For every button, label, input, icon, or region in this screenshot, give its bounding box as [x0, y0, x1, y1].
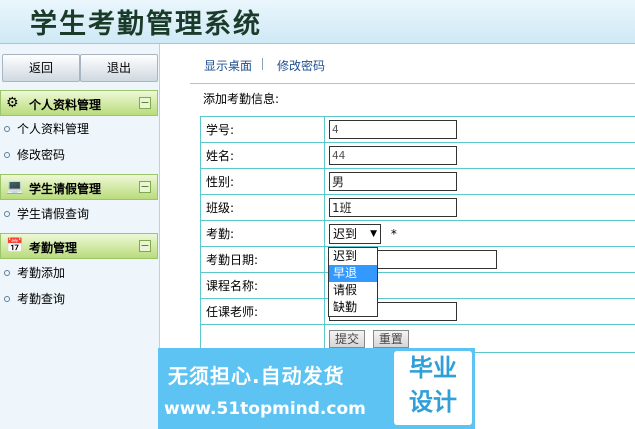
form-row-course: 课程名称: [200, 272, 635, 299]
attendance-select-value: 迟到 [333, 226, 358, 241]
computer-icon: 💻 [6, 179, 24, 195]
attendance-select[interactable]: 迟到 ▼ [329, 223, 381, 244]
watermark-badge: 毕业 设计 [394, 351, 472, 425]
watermark-badge-top: 毕业 [409, 354, 457, 382]
course-label: 课程名称: [200, 272, 325, 299]
form-row-gender: 性别: [200, 168, 635, 195]
app-title: 学生考勤管理系统 [30, 9, 262, 40]
collapse-icon[interactable]: − [139, 181, 151, 193]
attendance-option[interactable]: 迟到 [329, 248, 377, 265]
date-input[interactable] [377, 250, 497, 269]
change-password-link[interactable]: 修改密码 [277, 57, 325, 74]
attendance-option[interactable]: 请假 [329, 282, 377, 299]
form-row-student-id: 学号: [200, 116, 635, 143]
nav-divider [262, 58, 263, 70]
student-id-input[interactable] [329, 120, 457, 139]
bullet-icon [4, 152, 10, 158]
section-leave-title: 学生请假管理 [29, 182, 102, 196]
sidebar-item-label: 修改密码 [17, 148, 66, 162]
watermark-url: www.51topmind.com [164, 399, 366, 419]
bullet-icon [4, 126, 10, 132]
watermark-badge-bottom: 设计 [409, 388, 457, 416]
reset-button[interactable]: 重置 [372, 329, 409, 348]
form-row-date: 考勤日期: [200, 246, 635, 273]
attendance-option-highlighted[interactable]: 早退 [329, 265, 377, 282]
form-title: 添加考勤信息: [203, 92, 280, 106]
sidebar-item-attendance-query[interactable]: 考勤查询 [0, 288, 158, 310]
sidebar-item-label: 个人资料管理 [17, 122, 90, 136]
teacher-label: 任课老师: [200, 298, 325, 325]
student-id-label: 学号: [200, 116, 325, 143]
section-attendance-header[interactable]: 📅 考勤管理 − [0, 233, 158, 259]
form-row-teacher: 任课老师: [200, 298, 635, 325]
required-mark: * [390, 226, 397, 241]
bullet-icon [4, 270, 10, 276]
gender-label: 性别: [200, 168, 325, 195]
collapse-icon[interactable]: − [139, 240, 151, 252]
quit-button[interactable]: 退出 [80, 54, 158, 82]
back-button[interactable]: 返回 [2, 54, 80, 82]
section-profile-header[interactable]: ⚙ 个人资料管理 − [0, 90, 158, 116]
show-desktop-link[interactable]: 显示桌面 [204, 57, 252, 74]
sidebar: 返回 退出 ⚙ 个人资料管理 − 个人资料管理 修改密码 💻 学生请假管理 − … [0, 44, 160, 429]
watermark-slogan: 无须担心.自动发货 [168, 364, 345, 388]
chevron-down-icon: ▼ [370, 228, 377, 239]
attendance-form: 学号: 姓名: 性别: 班级: 考勤: 迟到 ▼ * 考勤日期: 课程名称: 任… [200, 116, 635, 353]
app-header: 学生考勤管理系统 [0, 0, 635, 44]
sidebar-item-label: 考勤添加 [17, 266, 66, 280]
date-label: 考勤日期: [200, 246, 325, 273]
bullet-icon [4, 211, 10, 217]
attendance-dropdown: 迟到 早退 请假 缺勤 [328, 247, 378, 317]
form-row-name: 姓名: [200, 142, 635, 169]
sidebar-item-leave-query[interactable]: 学生请假查询 [0, 203, 158, 225]
attendance-label: 考勤: [200, 220, 325, 247]
gender-input[interactable] [329, 172, 457, 191]
class-label: 班级: [200, 194, 325, 221]
sidebar-item-label: 学生请假查询 [17, 207, 90, 221]
form-row-class: 班级: [200, 194, 635, 221]
form-row-attendance: 考勤: 迟到 ▼ * [200, 220, 635, 247]
sidebar-item-attendance-add[interactable]: 考勤添加 [0, 262, 158, 284]
section-leave-header[interactable]: 💻 学生请假管理 − [0, 174, 158, 200]
collapse-icon[interactable]: − [139, 97, 151, 109]
sidebar-item-change-password[interactable]: 修改密码 [0, 144, 158, 166]
gear-icon: ⚙ [6, 95, 19, 111]
watermark-banner: 无须担心.自动发货 www.51topmind.com 毕业 设计 [158, 348, 475, 429]
sidebar-item-profile[interactable]: 个人资料管理 [0, 118, 158, 140]
calendar-icon: 📅 [6, 238, 24, 254]
section-attendance-title: 考勤管理 [29, 241, 78, 255]
name-input[interactable] [329, 146, 457, 165]
bullet-icon [4, 296, 10, 302]
name-label: 姓名: [200, 142, 325, 169]
section-profile-title: 个人资料管理 [29, 98, 102, 112]
class-input[interactable] [329, 198, 457, 217]
sidebar-button-bar: 返回 退出 [0, 48, 160, 84]
sidebar-item-label: 考勤查询 [17, 292, 66, 306]
top-nav: 显示桌面 修改密码 [190, 44, 635, 84]
attendance-option[interactable]: 缺勤 [329, 299, 377, 316]
submit-button[interactable]: 提交 [329, 329, 366, 348]
